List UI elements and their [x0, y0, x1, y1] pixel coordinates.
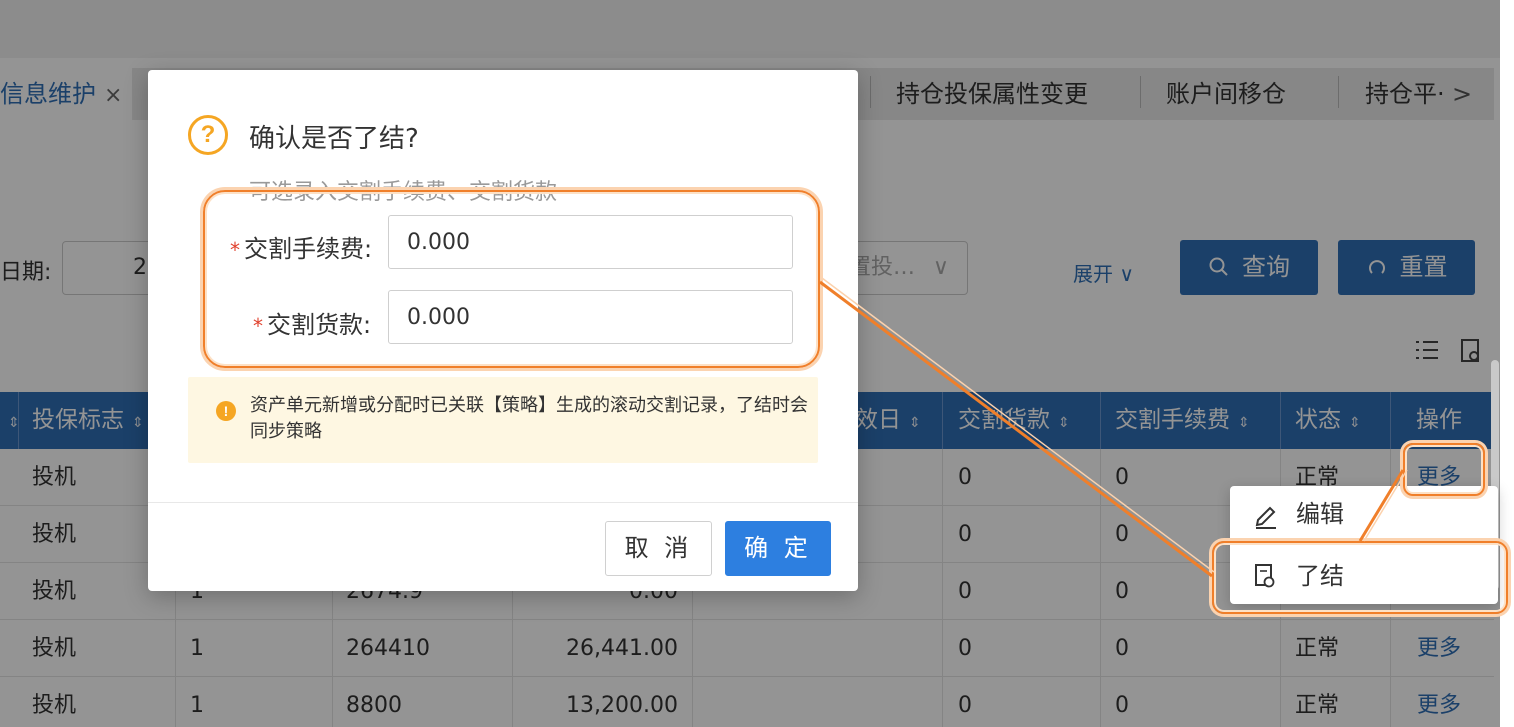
menu-item-label: 编辑 — [1296, 500, 1344, 528]
menu-item-settle[interactable]: 了结 — [1230, 548, 1498, 604]
menu-item-edit[interactable]: 编辑 — [1230, 486, 1498, 542]
cancel-button[interactable]: 取 消 — [605, 521, 712, 576]
dialog-subtitle: 可选录入交割手续费、交割货款 — [249, 180, 558, 205]
dialog-title: 确认是否了结? — [249, 124, 419, 154]
dialog-footer-divider — [148, 502, 858, 503]
delivery-payment-input[interactable] — [388, 290, 793, 344]
confirm-button[interactable]: 确 定 — [725, 521, 831, 576]
window-edge — [1500, 0, 1514, 727]
required-mark: * — [253, 314, 263, 338]
more-actions-menu: 编辑 了结 — [1230, 486, 1498, 604]
settle-confirm-dialog: ? 确认是否了结? 可选录入交割手续费、交割货款 *交割手续费: *交割货款: … — [148, 70, 858, 591]
delivery-fee-label: * 交割手续费: — [230, 235, 373, 263]
warning-icon: ! — [216, 401, 236, 421]
warning-alert: ! 资产单元新增或分配时已关联【策略】生成的滚动交割记录，了结时会同步策略 — [188, 377, 818, 463]
warning-text: 资产单元新增或分配时已关联【策略】生成的滚动交割记录，了结时会同步策略 — [250, 395, 808, 442]
question-icon: ? — [188, 115, 228, 155]
menu-item-label: 了结 — [1296, 562, 1344, 590]
settle-doc-icon — [1252, 548, 1282, 604]
delivery-payment-label: * 交割货款: — [253, 311, 372, 339]
required-mark: * — [230, 238, 240, 262]
edit-icon — [1252, 486, 1282, 542]
delivery-fee-input[interactable] — [388, 215, 793, 269]
